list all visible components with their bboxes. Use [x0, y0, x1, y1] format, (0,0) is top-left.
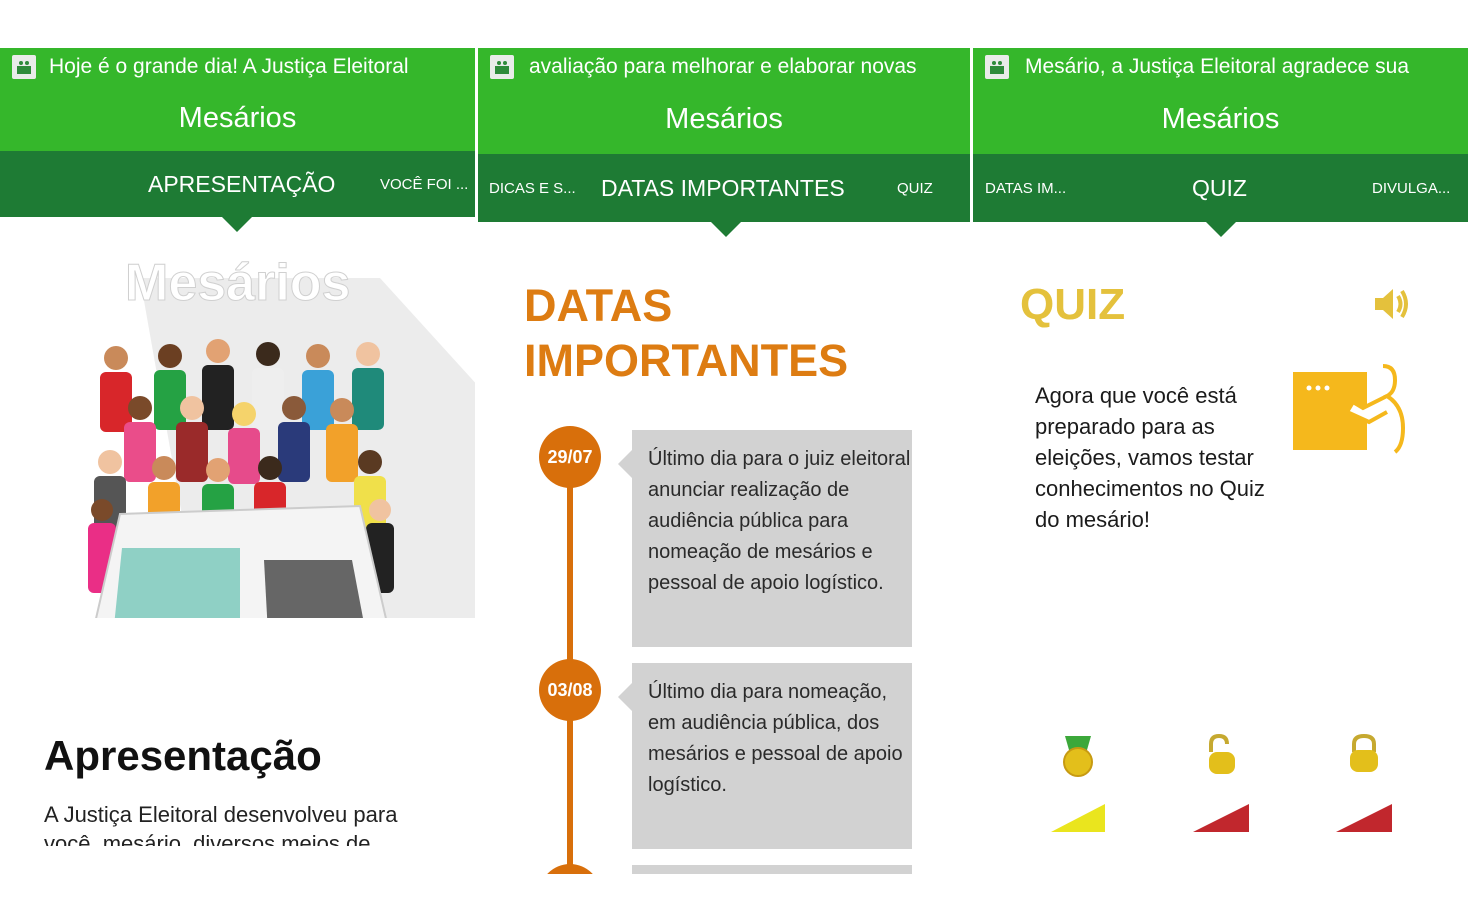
tab-apresentacao[interactable]: APRESENTAÇÃO [148, 151, 335, 217]
app-title: Mesários [478, 85, 970, 154]
tab-bar: DICAS E S... DATAS IMPORTANTES QUIZ [478, 154, 970, 222]
date-badge-partial [539, 864, 601, 874]
status-bar: Hoje é o grande dia! A Justiça Eleitoral [0, 48, 475, 85]
section-title: QUIZ [1020, 280, 1126, 329]
quiz-level-2[interactable] [1187, 732, 1257, 838]
tab-bar: DATAS IM... QUIZ DIVULGA... [973, 154, 1468, 222]
event-card: Último dia para nomeação, em audiência p… [618, 663, 912, 849]
notification-text[interactable]: avaliação para melhorar e elaborar novas [529, 48, 917, 85]
status-bar: Mesário, a Justiça Eleitoral agradece su… [973, 48, 1468, 85]
notification-text[interactable]: Mesário, a Justiça Eleitoral agradece su… [1025, 48, 1409, 85]
date-badge: 29/07 [539, 426, 601, 488]
quiz-intro-text: Agora que você está preparado para as el… [1035, 383, 1265, 532]
app-notification-icon [12, 55, 36, 79]
tab-bar: APRESENTAÇÃO VOCÊ FOI ... [0, 151, 475, 217]
app-title: Mesários [0, 85, 475, 151]
mesarios-illustration: Mesários [88, 254, 475, 618]
illustration-logo: Mesários [125, 254, 350, 312]
medal-icon [1051, 736, 1105, 832]
section-heading: Apresentação [44, 732, 322, 779]
locked-padlock-icon [1336, 733, 1392, 832]
tab-voce-foi[interactable]: VOCÊ FOI ... [380, 151, 468, 217]
active-tab-indicator [711, 222, 741, 237]
tab-divulgacao[interactable]: DIVULGA... [1372, 154, 1450, 222]
active-tab-indicator [1206, 222, 1236, 237]
tab-quiz[interactable]: QUIZ [1192, 154, 1247, 222]
tab-datas[interactable]: DATAS IM... [985, 154, 1066, 222]
app-title: Mesários [973, 85, 1468, 154]
app-notification-icon [985, 55, 1009, 79]
app-notification-icon [490, 55, 514, 79]
notification-text[interactable]: Hoje é o grande dia! A Justiça Eleitoral [49, 48, 409, 85]
event-card-partial [632, 865, 912, 874]
unlocked-padlock-icon [1193, 733, 1249, 832]
section-body-text: A Justiça Eleitoral desenvolveu para voc… [44, 802, 398, 846]
screen-datas-importantes: avaliação para melhorar e elaborar novas… [478, 48, 970, 874]
date-badge: 03/08 [539, 659, 601, 721]
status-bar: avaliação para melhorar e elaborar novas [478, 48, 970, 85]
quiz-level-1[interactable] [1043, 732, 1113, 838]
quiz-level-3[interactable] [1332, 732, 1402, 838]
section-title: DATAS IMPORTANTES [524, 280, 849, 386]
active-tab-indicator [222, 217, 252, 232]
screen-quiz: Mesário, a Justiça Eleitoral agradece su… [973, 48, 1468, 838]
tab-quiz[interactable]: QUIZ [897, 154, 933, 222]
screen-apresentacao: Hoje é o grande dia! A Justiça Eleitoral… [0, 48, 475, 846]
speaker-icon[interactable] [1371, 284, 1411, 324]
event-card: Último dia para o juiz eleitoral anuncia… [618, 430, 912, 647]
tab-dicas[interactable]: DICAS E S... [489, 154, 576, 222]
tab-datas-importantes[interactable]: DATAS IMPORTANTES [601, 154, 845, 222]
teacher-board-icon [1293, 364, 1406, 454]
